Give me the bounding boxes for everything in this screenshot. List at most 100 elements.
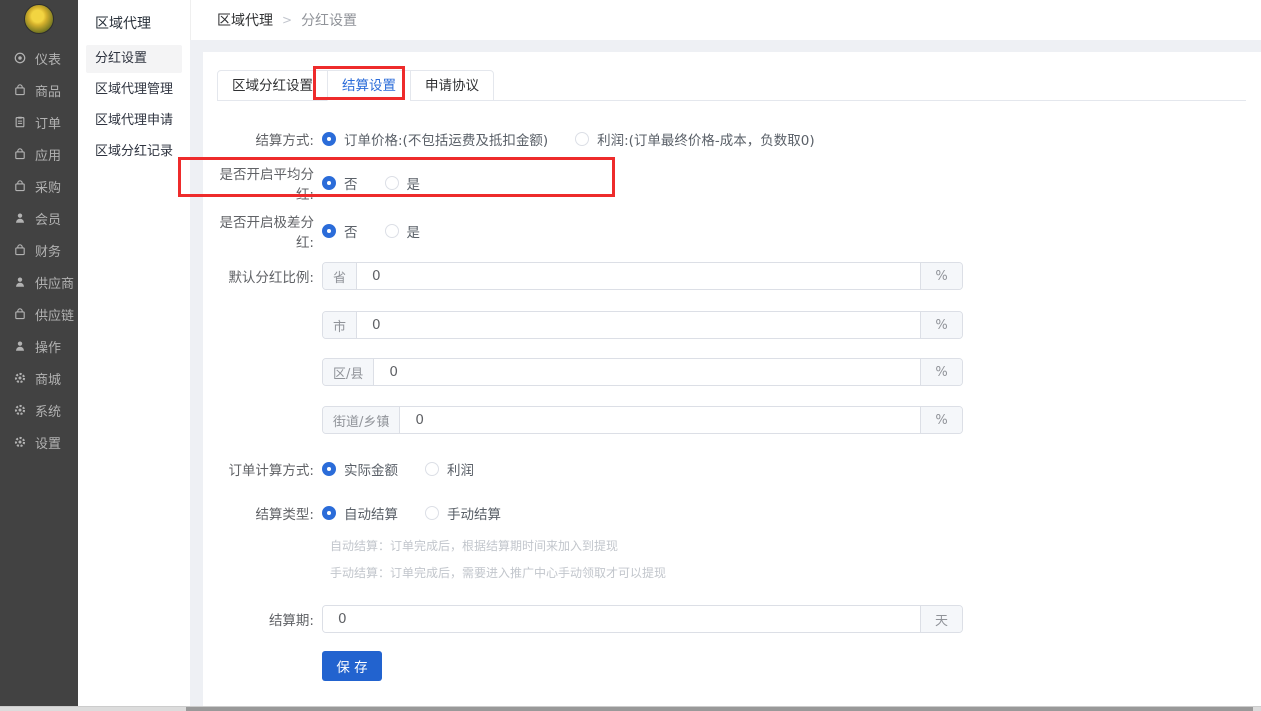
province-ratio-input[interactable] <box>357 263 920 289</box>
street-ratio-input[interactable] <box>400 407 920 433</box>
ratio-province-row: 默认分红比例: 省 % <box>203 262 1246 290</box>
radio-label: 实际金额 <box>344 459 398 479</box>
sidebar-item-supplier[interactable]: 供应商 <box>0 266 78 298</box>
sidebar-item-agent-application[interactable]: 区域代理申请 <box>86 107 182 135</box>
tab-bar: 区域分红设置 结算设置 申请协议 <box>217 70 1246 101</box>
scrollbar-thumb[interactable] <box>186 707 1253 711</box>
horizontal-scrollbar <box>0 706 1261 711</box>
input-prefix: 省 <box>323 263 357 289</box>
input-prefix: 区/县 <box>323 359 374 385</box>
sidebar-title: 区域代理 <box>78 0 190 42</box>
radio-icon[interactable] <box>425 462 439 476</box>
main-area: 区域代理 > 分红设置 区域分红设置 结算设置 申请协议 结算方式: 订单价格:… <box>190 0 1261 711</box>
radio-no[interactable]: 否 <box>322 173 358 193</box>
default-ratio-label: 默认分红比例: <box>203 266 314 286</box>
radio-actual-amount[interactable]: 实际金额 <box>322 459 398 479</box>
settlement-period-input[interactable] <box>323 606 920 632</box>
average-dividend-row: 是否开启平均分红: 否 是 <box>203 169 1246 197</box>
radio-icon[interactable] <box>322 224 336 238</box>
sidebar-item-mall[interactable]: 商城 <box>0 362 78 394</box>
sidebar-item-label: 会员 <box>35 209 61 228</box>
radio-icon[interactable] <box>385 224 399 238</box>
radio-icon[interactable] <box>322 176 336 190</box>
sidebar-item-label: 采购 <box>35 177 61 196</box>
sidebar-item-dividend-settings[interactable]: 分红设置 <box>86 45 182 73</box>
bag-icon <box>13 243 27 257</box>
radio-icon[interactable] <box>425 506 439 520</box>
radio-yes[interactable]: 是 <box>385 173 421 193</box>
radio-label: 订单价格:(不包括运费及抵扣金额) <box>344 129 548 149</box>
dashboard-icon <box>13 51 27 65</box>
settlement-period-label: 结算期: <box>203 609 314 629</box>
radio-yes[interactable]: 是 <box>385 221 421 241</box>
sidebar-item-purchase[interactable]: 采购 <box>0 170 78 202</box>
percent-suffix: % <box>920 263 962 289</box>
radio-profit[interactable]: 利润 <box>425 459 474 479</box>
tab-application-agreement[interactable]: 申请协议 <box>410 70 494 101</box>
avatar[interactable] <box>24 4 54 34</box>
sidebar-item-dividend-records[interactable]: 区域分红记录 <box>86 138 182 166</box>
radio-no[interactable]: 否 <box>322 221 358 241</box>
range-dividend-label: 是否开启极差分红: <box>203 211 314 251</box>
radio-icon[interactable] <box>322 506 336 520</box>
radio-label: 自动结算 <box>344 503 398 523</box>
sidebar-item-label: 仪表 <box>35 49 61 68</box>
percent-suffix: % <box>920 359 962 385</box>
sidebar-item-orders[interactable]: 订单 <box>0 106 78 138</box>
settlement-period-row: 结算期: 天 <box>203 605 1246 633</box>
sidebar-item-label: 商城 <box>35 369 61 388</box>
order-calc-row: 订单计算方式: 实际金额 利润 <box>203 455 1246 483</box>
breadcrumb: 区域代理 > 分红设置 <box>190 0 1261 40</box>
radio-label: 否 <box>344 173 358 193</box>
sidebar-item-goods[interactable]: 商品 <box>0 74 78 106</box>
gear-icon <box>13 403 27 417</box>
radio-icon[interactable] <box>575 132 589 146</box>
radio-profit[interactable]: 利润:(订单最终价格-成本，负数取0) <box>575 129 815 149</box>
order-calc-label: 订单计算方式: <box>203 459 314 479</box>
radio-label: 手动结算 <box>447 503 501 523</box>
sidebar-item-label: 订单 <box>35 113 61 132</box>
sidebar-item-supply-chain[interactable]: 供应链 <box>0 298 78 330</box>
days-suffix: 天 <box>920 606 962 632</box>
settlement-method-row: 结算方式: 订单价格:(不包括运费及抵扣金额) 利润:(订单最终价格-成本，负数… <box>203 125 1246 153</box>
range-dividend-row: 是否开启极差分红: 否 是 <box>203 217 1246 245</box>
district-ratio-input[interactable] <box>374 359 920 385</box>
sidebar-item-label: 供应链 <box>35 305 74 324</box>
breadcrumb-link[interactable]: 区域代理 <box>217 10 273 30</box>
input-prefix: 市 <box>323 312 357 338</box>
settlement-type-label: 结算类型: <box>203 503 314 523</box>
sidebar-item-label: 应用 <box>35 145 61 164</box>
ratio-street-row: 街道/乡镇 % <box>203 406 1246 434</box>
radio-icon[interactable] <box>385 176 399 190</box>
radio-manual-settle[interactable]: 手动结算 <box>425 503 501 523</box>
radio-icon[interactable] <box>322 462 336 476</box>
sidebar-item-settings[interactable]: 设置 <box>0 426 78 458</box>
person-icon <box>13 339 27 353</box>
tab-region-dividend-settings[interactable]: 区域分红设置 <box>217 70 328 101</box>
person-icon <box>13 275 27 289</box>
percent-suffix: % <box>920 312 962 338</box>
radio-icon[interactable] <box>322 132 336 146</box>
sidebar-item-dashboard[interactable]: 仪表 <box>0 42 78 74</box>
primary-sidebar: 仪表 商品 订单 应用 采购 会员 财务 供应商 供应链 操作 商城 <box>0 0 78 711</box>
secondary-sidebar: 区域代理 分红设置 区域代理管理 区域代理申请 区域分红记录 <box>78 0 190 711</box>
bag-icon <box>13 83 27 97</box>
sidebar-item-agent-management[interactable]: 区域代理管理 <box>86 76 182 104</box>
bag-icon <box>13 179 27 193</box>
sidebar-item-members[interactable]: 会员 <box>0 202 78 234</box>
sidebar-item-label: 操作 <box>35 337 61 356</box>
city-ratio-input[interactable] <box>357 312 920 338</box>
bag-icon <box>13 307 27 321</box>
radio-auto-settle[interactable]: 自动结算 <box>322 503 398 523</box>
person-icon <box>13 211 27 225</box>
tab-settlement-settings[interactable]: 结算设置 <box>327 70 411 101</box>
save-button[interactable]: 保 存 <box>322 651 382 681</box>
sidebar-item-apps[interactable]: 应用 <box>0 138 78 170</box>
sidebar-item-label: 商品 <box>35 81 61 100</box>
radio-order-price[interactable]: 订单价格:(不包括运费及抵扣金额) <box>322 129 548 149</box>
sidebar-item-system[interactable]: 系统 <box>0 394 78 426</box>
sidebar-item-finance[interactable]: 财务 <box>0 234 78 266</box>
radio-label: 利润:(订单最终价格-成本，负数取0) <box>597 129 815 149</box>
sidebar-item-operation[interactable]: 操作 <box>0 330 78 362</box>
radio-label: 否 <box>344 221 358 241</box>
